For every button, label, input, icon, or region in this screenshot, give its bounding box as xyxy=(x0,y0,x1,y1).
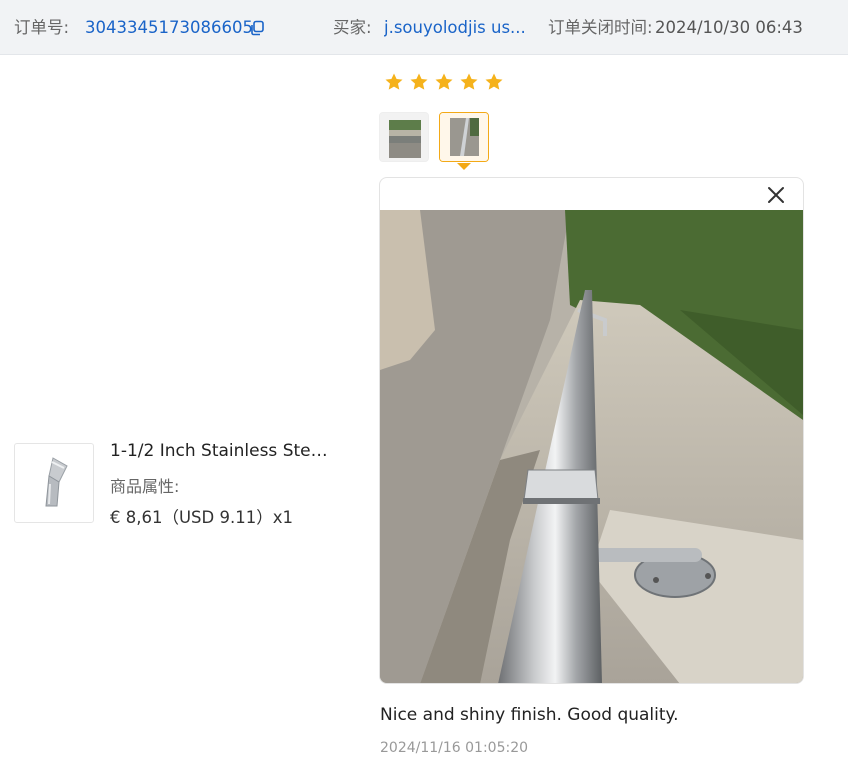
close-time-value: 2024/10/30 06:43 xyxy=(655,18,803,37)
close-time-label: 订单关闭时间: xyxy=(548,18,653,37)
star-icon xyxy=(385,73,403,90)
order-number-label: 订单号: xyxy=(14,18,70,37)
product-thumbnail[interactable] xyxy=(14,443,94,523)
star-icon xyxy=(435,73,453,90)
review-date: 2024/11/16 01:05:20 xyxy=(380,740,529,756)
product-attributes-label: 商品属性: xyxy=(110,477,180,496)
product-price: € 8,61（USD 9.11）x1 xyxy=(110,508,293,527)
review-photo-thumb-2[interactable] xyxy=(439,112,489,162)
review-photo-2-image xyxy=(440,113,488,161)
review-photo-thumb-1[interactable] xyxy=(379,112,429,162)
selected-thumb-indicator xyxy=(457,163,471,170)
star-icon xyxy=(410,73,428,90)
order-header: 订单号: 3043345173086605 买家: j.souyolodjis … xyxy=(0,0,848,55)
buyer-label: 买家: xyxy=(333,18,372,37)
star-icon xyxy=(485,73,503,90)
buyer-name-link[interactable]: j.souyolodjis us... xyxy=(384,17,526,39)
star-icon xyxy=(460,73,478,90)
order-number-link[interactable]: 3043345173086605 xyxy=(85,17,253,39)
review-photo-1-image xyxy=(380,113,428,161)
product-title[interactable]: 1-1/2 Inch Stainless Steel ... xyxy=(110,441,332,461)
steel-fitting-image xyxy=(45,457,68,507)
close-icon[interactable] xyxy=(765,184,787,206)
photo-preview-panel xyxy=(379,177,804,684)
review-photo-large xyxy=(380,210,803,683)
review-text: Nice and shiny finish. Good quality. xyxy=(380,705,679,725)
rating-stars xyxy=(384,72,504,94)
copy-icon[interactable] xyxy=(249,20,265,36)
